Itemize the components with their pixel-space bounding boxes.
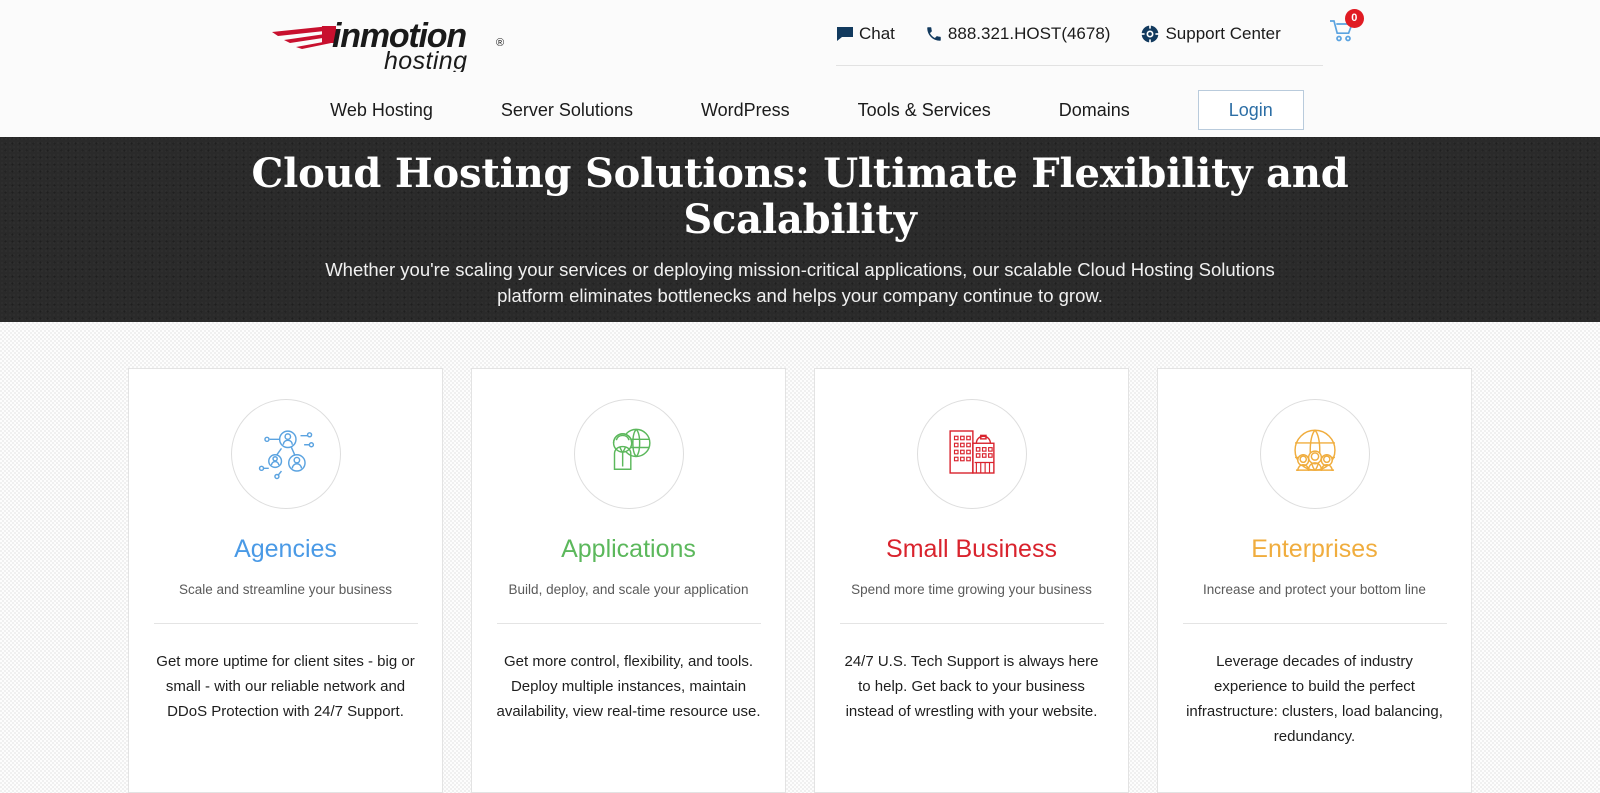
utility-bar: inmotion ® hosting Chat 888.321.HOST(467… [0, 0, 1600, 75]
phone-link[interactable]: 888.321.HOST(4678) [925, 23, 1111, 44]
utility-links: Chat 888.321.HOST(4678) Support Center 0 [836, 9, 1364, 66]
card-tagline: Scale and streamline your business [178, 581, 393, 597]
card-body: Get more uptime for client sites - big o… [156, 653, 415, 720]
support-center-link[interactable]: Support Center [1140, 23, 1281, 44]
card-icon-frame [916, 399, 1027, 509]
globe-people-icon [1286, 423, 1344, 486]
card-title: Applications [561, 535, 696, 563]
card-title: Small Business [886, 535, 1057, 563]
card-applications[interactable]: Applications Build, deploy, and scale yo… [471, 368, 786, 793]
person-globe-icon [600, 423, 658, 486]
card-enterprises[interactable]: Enterprises Increase and protect your bo… [1157, 368, 1472, 793]
card-divider [1182, 623, 1447, 625]
card-tagline: Spend more time growing your business [851, 581, 1092, 597]
card-agencies[interactable]: Agencies Scale and streamline your busin… [128, 368, 443, 793]
cart-badge-count: 0 [1344, 9, 1364, 28]
support-center-label: Support Center [1165, 23, 1281, 43]
phone-number-label: 888.321.HOST(4678) [947, 23, 1111, 43]
audience-cards-row: Agencies Scale and streamline your busin… [0, 368, 1600, 793]
card-divider [153, 623, 418, 625]
card-body: Leverage decades of industry experience … [1186, 653, 1443, 745]
card-divider [839, 623, 1104, 625]
lifebuoy-icon [1140, 23, 1161, 44]
nav-item-web-hosting[interactable]: Web Hosting [296, 88, 467, 132]
card-title: Enterprises [1251, 535, 1378, 563]
nav-item-domains[interactable]: Domains [1025, 88, 1164, 132]
card-small-business[interactable]: Small Business Spend more time growing y… [814, 368, 1129, 793]
main-navigation: Web Hosting Server Solutions WordPress T… [0, 88, 1600, 132]
svg-text:hosting: hosting [384, 47, 467, 72]
card-title: Agencies [234, 535, 337, 563]
network-users-icon [257, 423, 315, 486]
login-button[interactable]: Login [1197, 90, 1304, 130]
inmotion-hosting-logo[interactable]: inmotion ® hosting [270, 10, 510, 75]
hero-title: Cloud Hosting Solutions: Ultimate Flexib… [251, 149, 1349, 243]
card-tagline: Build, deploy, and scale your applicatio… [508, 581, 749, 597]
chat-bubble-icon [836, 25, 854, 43]
card-tagline: Increase and protect your bottom line [1203, 581, 1426, 597]
audience-cards-section: Agencies Scale and streamline your busin… [0, 322, 1600, 793]
card-body: Get more control, flexibility, and tools… [496, 653, 761, 720]
card-icon-frame [1259, 399, 1370, 509]
nav-item-tools-services[interactable]: Tools & Services [824, 88, 1025, 132]
hero-banner: Cloud Hosting Solutions: Ultimate Flexib… [0, 137, 1600, 322]
logo-artwork: inmotion ® hosting [272, 17, 504, 75]
card-icon-frame [573, 399, 684, 509]
nav-item-server-solutions[interactable]: Server Solutions [467, 88, 667, 132]
card-body: 24/7 U.S. Tech Support is always here to… [844, 653, 1099, 720]
hero-subtitle: Whether you're scaling your services or … [325, 258, 1275, 306]
card-divider [496, 623, 761, 625]
svg-text:®: ® [496, 37, 504, 49]
card-icon-frame [230, 399, 341, 509]
site-header: inmotion ® hosting Chat 888.321.HOST(467… [0, 0, 1600, 137]
phone-icon [925, 25, 943, 43]
storefront-buildings-icon [944, 424, 1000, 485]
chat-label: Chat [859, 23, 895, 43]
cart-button[interactable]: 0 [1329, 9, 1364, 48]
nav-item-wordpress[interactable]: WordPress [667, 88, 824, 132]
chat-link[interactable]: Chat [836, 24, 895, 44]
